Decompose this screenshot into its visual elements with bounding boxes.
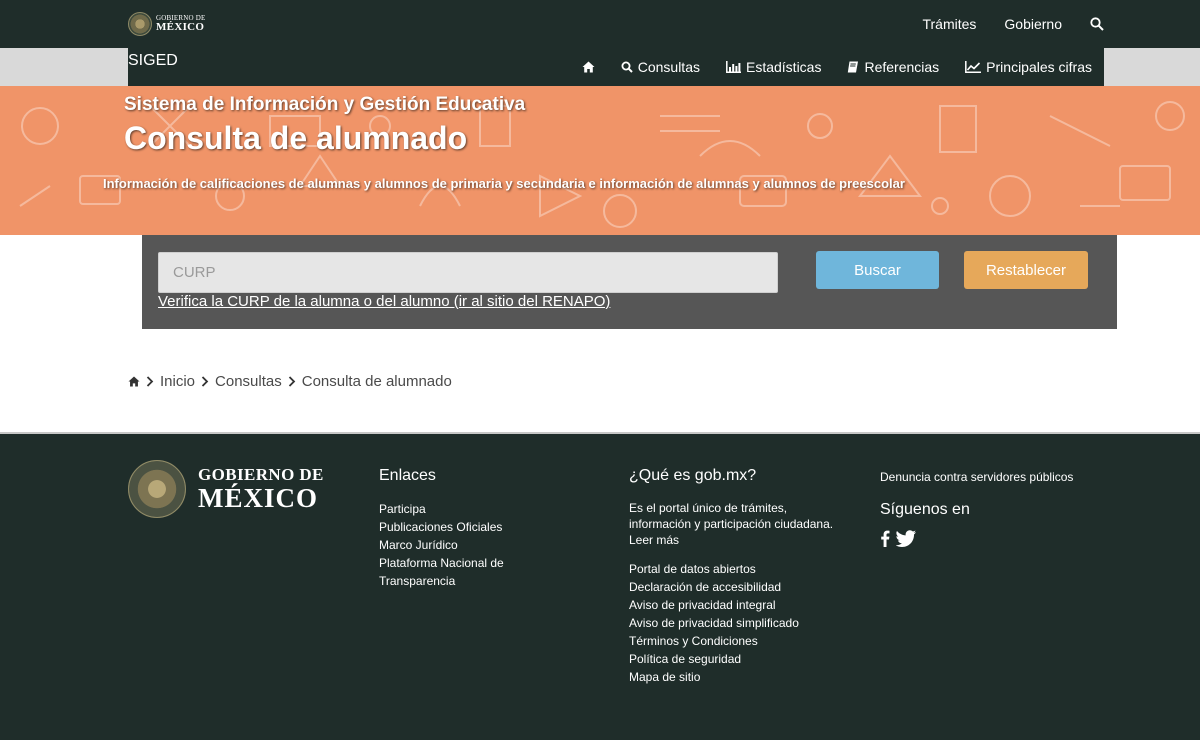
gobierno-link[interactable]: Gobierno: [1004, 16, 1062, 32]
social-heading: Síguenos en: [880, 501, 970, 518]
bar-chart-icon: [726, 61, 741, 73]
twitter-icon[interactable]: [896, 530, 916, 547]
book-icon: [847, 61, 859, 73]
search-button[interactable]: Buscar: [816, 251, 939, 289]
footer-link-seguridad[interactable]: Política de seguridad: [629, 650, 839, 668]
chevron-right-icon: [146, 376, 154, 387]
seal-icon: [128, 460, 186, 518]
curp-input[interactable]: [158, 252, 778, 293]
footer-enlaces: Enlaces Participa Publicaciones Oficiale…: [379, 466, 539, 590]
footer-link-terminos[interactable]: Términos y Condiciones: [629, 632, 839, 650]
footer-link-datos-abiertos[interactable]: Portal de datos abiertos: [629, 560, 839, 578]
home-icon: [582, 61, 595, 73]
line-chart-icon: [965, 61, 982, 73]
nav-principales-cifras[interactable]: Principales cifras: [965, 59, 1092, 75]
nav-estadisticas[interactable]: Estadísticas: [726, 59, 821, 75]
tramites-link[interactable]: Trámites: [922, 16, 976, 32]
banner-description: Información de calificaciones de alumnas…: [103, 176, 905, 191]
footer-gobmx: ¿Qué es gob.mx? Es el portal único de tr…: [629, 466, 839, 686]
banner-subtitle: Sistema de Información y Gestión Educati…: [124, 94, 526, 115]
chevron-right-icon: [201, 376, 209, 387]
breadcrumb-current: Consulta de alumnado: [301, 373, 452, 390]
nav-principales-cifras-label: Principales cifras: [986, 59, 1092, 75]
hero-banner: Sistema de Información y Gestión Educati…: [0, 86, 1200, 235]
search-panel: Buscar Restablecer Verifica la CURP de l…: [142, 235, 1117, 329]
main-nav: Consultas Estadísticas Referencias Princ…: [582, 48, 1092, 86]
footer-logo-line2: MÉXICO: [198, 483, 318, 513]
footer: GOBIERNO DE MÉXICO Enlaces Participa Pub…: [0, 432, 1200, 740]
top-nav: Trámites Gobierno: [922, 0, 1104, 48]
top-bar: GOBIERNO DE MÉXICO Trámites Gobierno: [0, 0, 1200, 48]
footer-link-publicaciones[interactable]: Publicaciones Oficiales: [379, 518, 539, 536]
search-icon[interactable]: [1090, 17, 1104, 31]
nav-consultas[interactable]: Consultas: [621, 59, 700, 75]
footer-link-mapa-sitio[interactable]: Mapa de sitio: [629, 668, 839, 686]
breadcrumb-inicio[interactable]: Inicio: [160, 373, 195, 390]
chevron-right-icon: [288, 376, 296, 387]
footer-link-marco-juridico[interactable]: Marco Jurídico: [379, 536, 539, 554]
renapo-link[interactable]: Verifica la CURP de la alumna o del alum…: [158, 293, 610, 310]
nav-side-left: [0, 48, 128, 86]
enlaces-heading: Enlaces: [379, 467, 436, 484]
nav-referencias-label: Referencias: [864, 59, 940, 75]
nav-referencias[interactable]: Referencias: [847, 59, 939, 75]
social-links: [880, 530, 1120, 547]
reset-button[interactable]: Restablecer: [964, 251, 1088, 289]
footer-link-privacidad-integral[interactable]: Aviso de privacidad integral: [629, 596, 839, 614]
nav-estadisticas-label: Estadísticas: [745, 59, 822, 75]
nav-side-right: [1104, 48, 1200, 86]
gobmx-heading: ¿Qué es gob.mx?: [629, 467, 757, 484]
facebook-icon[interactable]: [880, 530, 890, 547]
nav-consultas-label: Consultas: [637, 59, 700, 75]
footer-link-transparencia[interactable]: Plataforma Nacional de Transparencia: [379, 554, 539, 590]
gobierno-logo[interactable]: GOBIERNO DE MÉXICO: [128, 12, 205, 36]
breadcrumb-consultas[interactable]: Consultas: [215, 373, 282, 390]
footer-logo[interactable]: GOBIERNO DE MÉXICO: [128, 460, 324, 518]
home-icon[interactable]: [128, 376, 140, 387]
footer-right: Denuncia contra servidores públicos Sígu…: [880, 468, 1120, 547]
siged-title[interactable]: SIGED: [128, 52, 178, 70]
footer-logo-line1: GOBIERNO DE: [198, 465, 324, 484]
seal-icon: [128, 12, 152, 36]
footer-link-participa[interactable]: Participa: [379, 500, 539, 518]
nav-home[interactable]: [582, 61, 595, 73]
search-icon: [621, 61, 633, 73]
gobmx-description: Es el portal único de trámites, informac…: [629, 501, 834, 547]
breadcrumb: Inicio Consultas Consulta de alumnado: [128, 373, 452, 390]
footer-link-accesibilidad[interactable]: Declaración de accesibilidad: [629, 578, 839, 596]
logo-line2: MÉXICO: [156, 21, 205, 33]
denuncia-link[interactable]: Denuncia contra servidores públicos: [880, 468, 1120, 486]
page-title: Consulta de alumnado: [124, 120, 468, 156]
footer-link-privacidad-simplificado[interactable]: Aviso de privacidad simplificado: [629, 614, 839, 632]
main-nav-bar: SIGED Consultas Estadísticas Referencias: [128, 48, 1104, 86]
